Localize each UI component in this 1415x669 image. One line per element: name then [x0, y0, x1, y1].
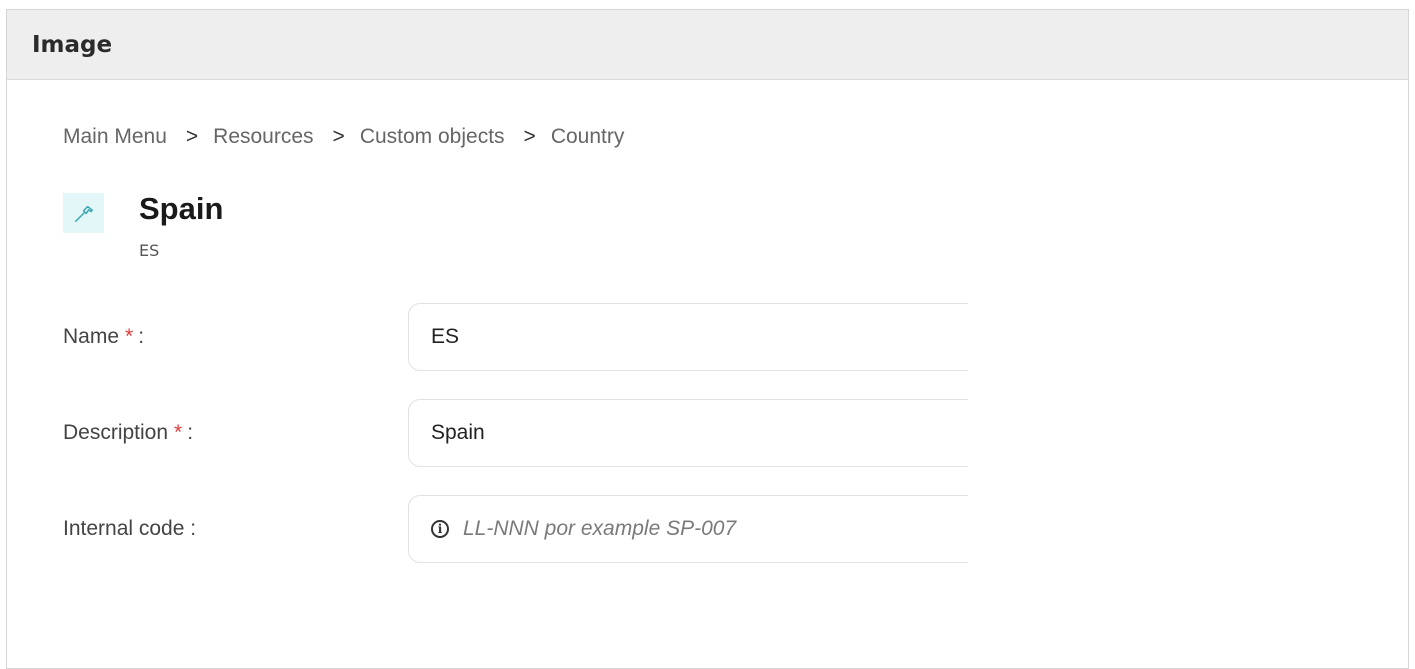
required-mark: *: [174, 421, 183, 444]
name-input[interactable]: ES: [408, 303, 968, 371]
name-row: Name * : ES: [63, 303, 1363, 371]
description-label: Description * :: [63, 399, 193, 467]
breadcrumb-custom-objects[interactable]: Custom objects: [360, 125, 505, 149]
label-colon: :: [138, 325, 145, 348]
description-row: Description * : Spain: [63, 399, 1363, 467]
internal-code-label: Internal code :: [63, 517, 197, 540]
name-label-text: Name: [63, 325, 120, 348]
hammer-icon: [63, 193, 104, 233]
name-label: Name * :: [63, 303, 144, 371]
breadcrumb: Main Menu > Resources > Custom objects >…: [63, 125, 624, 149]
breadcrumb-separator: >: [332, 125, 345, 148]
panel-header: Image: [7, 10, 1408, 80]
description-input[interactable]: Spain: [408, 399, 968, 467]
internal-code-placeholder: LL-NNN por example SP-007: [463, 517, 737, 540]
internal-code-input[interactable]: i LL-NNN por example SP-007: [408, 495, 968, 563]
breadcrumb-separator: >: [523, 125, 536, 148]
required-mark: *: [125, 325, 134, 348]
image-panel: Image Main Menu > Resources > Custom obj…: [6, 9, 1409, 669]
description-label-text: Description: [63, 421, 169, 444]
description-input-value: Spain: [431, 421, 485, 444]
record-code: ES: [139, 241, 160, 260]
label-colon: :: [187, 421, 194, 444]
breadcrumb-separator: >: [185, 125, 199, 148]
panel-title: Image: [32, 31, 113, 58]
name-input-value: ES: [431, 325, 460, 348]
breadcrumb-country: Country: [550, 125, 625, 148]
breadcrumb-main-menu[interactable]: Main Menu: [63, 125, 167, 149]
breadcrumb-resources[interactable]: Resources: [213, 125, 313, 149]
internal-code-row: Internal code : i LL-NNN por example SP-…: [63, 495, 1363, 563]
info-icon: i: [431, 520, 449, 538]
record-title: Spain: [139, 191, 224, 226]
